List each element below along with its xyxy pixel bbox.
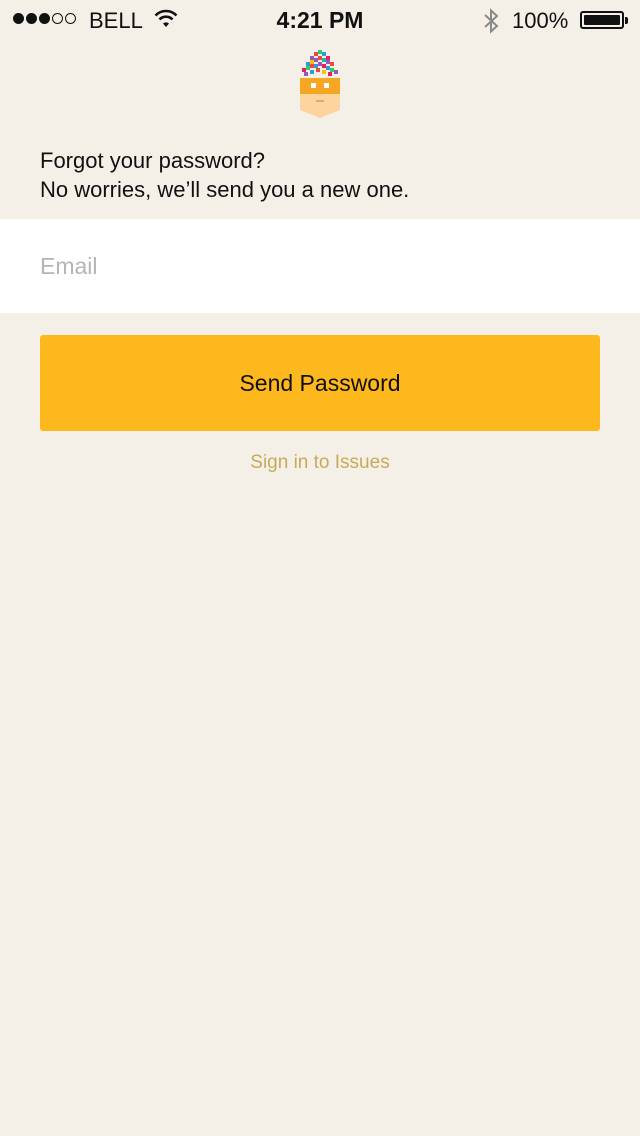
forgot-subtitle: No worries, we’ll send you a new one.: [40, 177, 410, 202]
email-field-container: [0, 219, 640, 313]
pixel-head-logo-icon: [296, 48, 344, 125]
bluetooth-icon: [483, 8, 499, 39]
battery-percentage: 100%: [512, 8, 569, 33]
battery-icon: [580, 11, 628, 29]
email-field[interactable]: [40, 219, 600, 313]
send-password-button[interactable]: Send Password: [40, 335, 600, 431]
forgot-title: Forgot your password?: [40, 148, 265, 173]
sign-in-link[interactable]: Sign in to Issues: [0, 451, 640, 475]
forgot-password-message: Forgot your password? No worries, we’ll …: [40, 146, 409, 204]
status-bar: BELL 4:21 PM 100%: [0, 0, 640, 40]
